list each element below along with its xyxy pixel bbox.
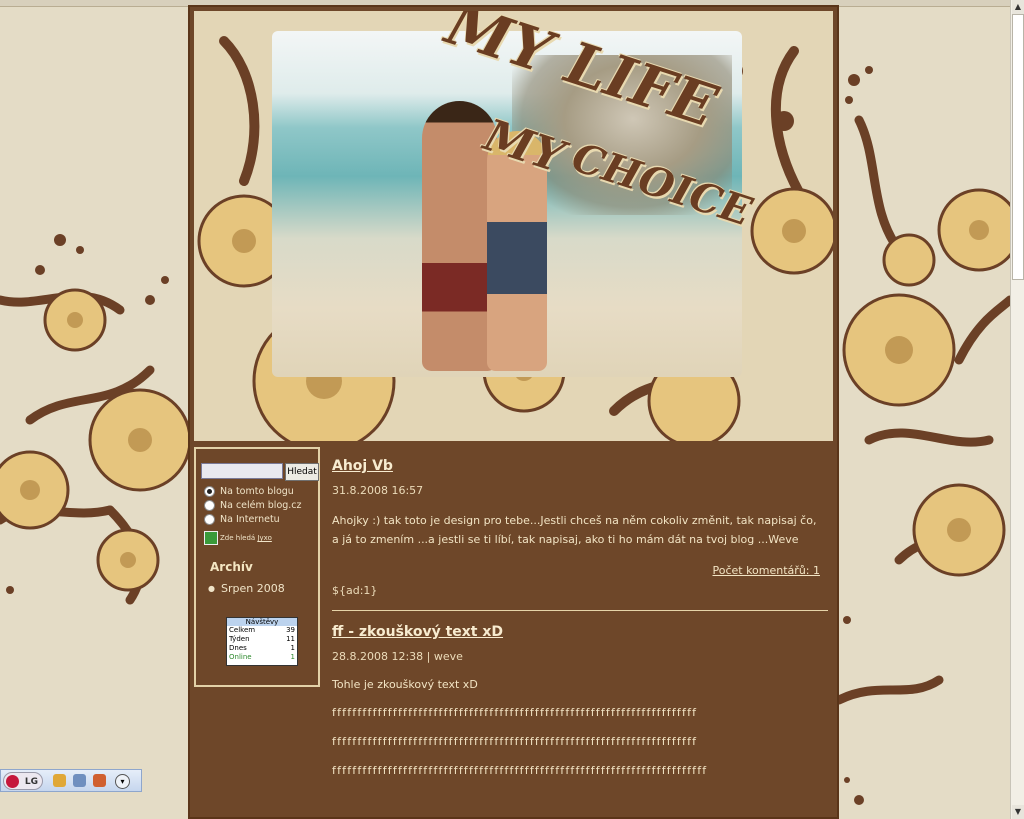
blog-header-banner: MY LIFE MY CHOICE: [194, 11, 833, 441]
post-title[interactable]: ff - zkouškový text xD: [332, 624, 503, 640]
post-separator: [332, 610, 828, 611]
compass-icon[interactable]: [53, 774, 66, 787]
post-date: 28.8.2008 12:38: [332, 650, 424, 663]
search-option-all-blogs[interactable]: Na celém blog.cz: [204, 500, 302, 511]
post-author[interactable]: weve: [434, 650, 463, 663]
sidebar: Hledat Na tomto blogu Na celém blog.cz N…: [194, 447, 320, 687]
user-icon[interactable]: [93, 774, 106, 787]
post-text-line: ffffffffffffffffffffffffffffffffffffffff…: [332, 735, 698, 748]
archive-heading: Archív: [210, 560, 253, 574]
jyxo-icon: [204, 531, 218, 545]
search-option-internet[interactable]: Na Internetu: [204, 514, 280, 525]
radio-selected-icon[interactable]: [204, 486, 215, 497]
left-floral-decoration: [0, 234, 188, 605]
scroll-up-icon[interactable]: ▲: [1012, 0, 1024, 14]
archive-item-srpen-2008[interactable]: Srpen 2008: [208, 582, 285, 595]
main-content: Ahoj Vb 31.8.2008 16:57 Ahojky :) tak to…: [332, 455, 828, 777]
vertical-scrollbar[interactable]: ▲ ▼: [1010, 0, 1024, 819]
ad-placeholder: ${ad:1}: [332, 584, 378, 597]
post-text-line: ffffffffffffffffffffffffffffffffffffffff…: [332, 764, 708, 777]
post-body: Ahojky :) tak toto je design pro tebe...…: [332, 514, 817, 546]
counter-row: Online 1: [229, 653, 295, 661]
scrollbar-thumb[interactable]: [1012, 14, 1024, 280]
blog-page: MY LIFE MY CHOICE Hledat Na tomto blogu …: [188, 5, 839, 819]
search-input[interactable]: [201, 463, 283, 479]
radio-icon[interactable]: [204, 500, 215, 511]
right-floral-decoration: [839, 66, 1010, 805]
search-option-this-blog[interactable]: Na tomto blogu: [204, 486, 294, 497]
post-title[interactable]: Ahoj Vb: [332, 458, 393, 474]
network-icon[interactable]: [73, 774, 86, 787]
jyxo-credit: Zde hledá Jyxo: [204, 531, 272, 545]
scroll-down-icon[interactable]: ▼: [1012, 805, 1024, 819]
post-text-line: ffffffffffffffffffffffffffffffffffffffff…: [332, 706, 698, 719]
flower: [0, 288, 188, 592]
post-intro: Tohle je zkouškový text xD: [332, 678, 478, 691]
counter-row: Dnes 1: [229, 644, 295, 652]
post-meta: 28.8.2008 12:38 | weve: [332, 650, 463, 663]
post-date: 31.8.2008 16:57: [332, 484, 424, 497]
visit-counter[interactable]: Návštěvy Celkem 39 Týden 11 Dnes 1 Online 1: [226, 617, 298, 666]
jyxo-link[interactable]: Jyxo: [257, 534, 271, 542]
counter-row: Týden 11: [229, 635, 295, 643]
search-button[interactable]: Hledat: [285, 463, 319, 481]
lg-button[interactable]: LG: [3, 772, 43, 790]
radio-icon[interactable]: [204, 514, 215, 525]
comments-link[interactable]: Počet komentářů: 1: [712, 564, 820, 577]
counter-row: Celkem 39: [229, 626, 295, 634]
lg-toolbar: LG ▾: [0, 769, 142, 792]
menu-dropdown-icon[interactable]: ▾: [115, 774, 130, 789]
counter-title: Návštěvy: [227, 618, 297, 626]
